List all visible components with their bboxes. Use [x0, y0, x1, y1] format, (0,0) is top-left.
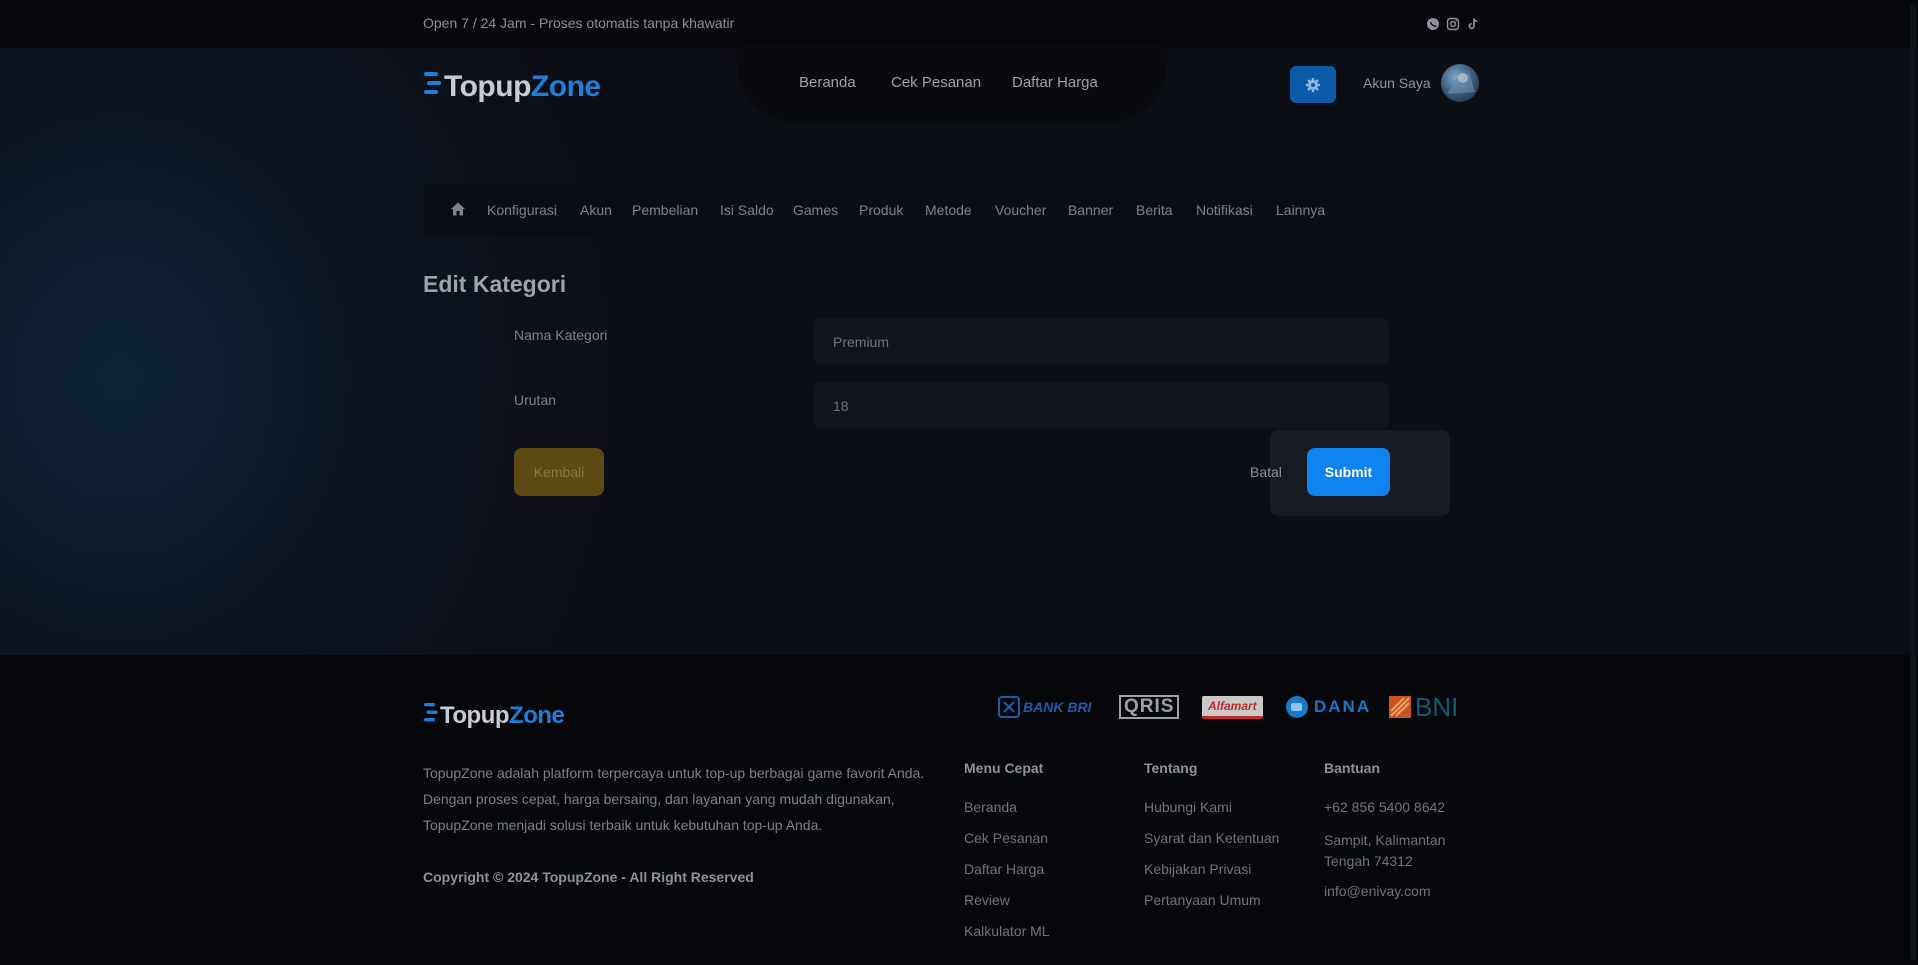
home-icon[interactable]: [449, 200, 467, 218]
gear-icon: [1306, 77, 1320, 92]
account-label[interactable]: Akun Saya: [1363, 75, 1431, 91]
footer-heading-tentang: Tentang: [1144, 760, 1198, 776]
footer: [0, 655, 1918, 965]
top-bar: [0, 0, 1918, 48]
cancel-button[interactable]: Batal: [1250, 464, 1282, 480]
admin-menu-isi-saldo[interactable]: Isi Saldo: [720, 202, 774, 218]
footer-link-cek-pesanan[interactable]: Cek Pesanan: [964, 830, 1048, 846]
footer-description: TopupZone adalah platform terpercaya unt…: [423, 765, 925, 833]
admin-menu-pembelian[interactable]: Pembelian: [632, 202, 698, 218]
admin-menu-konfigurasi[interactable]: Konfigurasi: [487, 202, 557, 218]
logo-word-z: Z: [530, 70, 549, 103]
admin-menu-metode[interactable]: Metode: [925, 202, 972, 218]
footer-email[interactable]: info@enivay.com: [1324, 883, 1431, 899]
footer-link-daftar-harga[interactable]: Daftar Harga: [964, 861, 1044, 877]
footer-link-review[interactable]: Review: [964, 892, 1010, 908]
brand-logo[interactable]: Topup Zo ne: [424, 66, 601, 108]
urutan-label: Urutan: [514, 392, 557, 408]
instagram-icon[interactable]: [1446, 17, 1460, 31]
dana-icon: [1286, 696, 1308, 718]
payment-bni-logo: BNI: [1388, 692, 1458, 722]
nav-beranda[interactable]: Beranda: [799, 74, 856, 91]
footer-heading-bantuan: Bantuan: [1324, 760, 1380, 776]
nav-daftar-harga[interactable]: Daftar Harga: [1012, 74, 1098, 91]
payment-dana-logo: DANA: [1285, 694, 1371, 720]
logo-speed-mark: [424, 698, 440, 733]
admin-menu-notifikasi[interactable]: Notifikasi: [1196, 202, 1253, 218]
social-links: [1426, 17, 1480, 31]
footer-link-beranda[interactable]: Beranda: [964, 799, 1017, 815]
logo-word-z: Z: [509, 701, 524, 729]
footer-link-pertanyaan-umum[interactable]: Pertanyaan Umum: [1144, 892, 1261, 908]
logo-word-ne: ne: [537, 701, 565, 729]
settings-button[interactable]: [1290, 66, 1336, 103]
admin-menu-banner[interactable]: Banner: [1068, 202, 1113, 218]
logo-word-topup: Topup: [440, 701, 510, 729]
admin-menu-berita[interactable]: Berita: [1136, 202, 1173, 218]
footer-link-kalkulator-ml[interactable]: Kalkulator ML: [964, 923, 1050, 939]
page-title: Edit Kategori: [423, 271, 567, 297]
whatsapp-icon[interactable]: [1426, 17, 1440, 31]
footer-heading-menu-cepat: Menu Cepat: [964, 760, 1044, 776]
admin-menu-produk[interactable]: Produk: [859, 202, 903, 218]
logo-word-ne: ne: [566, 70, 602, 103]
footer-phone[interactable]: +62 856 5400 8642: [1324, 799, 1445, 815]
topbar-tagline: Open 7 / 24 Jam - Proses otomatis tanpa …: [423, 15, 735, 31]
admin-menu-lainnya[interactable]: Lainnya: [1276, 202, 1325, 218]
admin-menu-voucher[interactable]: Voucher: [995, 202, 1046, 218]
admin-menu-akun[interactable]: Akun: [580, 202, 612, 218]
bni-icon: [1389, 696, 1411, 718]
logo-speed-mark: [424, 66, 444, 108]
avatar[interactable]: [1441, 64, 1479, 102]
admin-menu-games[interactable]: Games: [793, 202, 838, 218]
logo-word-topup: Topup: [444, 70, 531, 103]
submit-button[interactable]: Submit: [1307, 448, 1390, 496]
payment-bri-logo: BANK BRI: [998, 694, 1091, 720]
payment-qris-logo: QRIS: [1119, 694, 1180, 720]
footer-link-kebijakan-privasi[interactable]: Kebijakan Privasi: [1144, 861, 1251, 877]
nama-kategori-input[interactable]: [813, 318, 1389, 365]
footer-copyright: Copyright © 2024 TopupZone - All Right R…: [423, 869, 754, 885]
bri-icon: [998, 696, 1020, 718]
urutan-input[interactable]: [813, 382, 1389, 429]
logo-o-mark: o: [548, 70, 567, 103]
logo-o-mark: o: [523, 701, 538, 729]
nav-cek-pesanan[interactable]: Cek Pesanan: [891, 74, 981, 91]
scrollbar[interactable]: [1910, 4, 1916, 961]
footer-link-hubungi-kami[interactable]: Hubungi Kami: [1144, 799, 1232, 815]
footer-logo[interactable]: Topup Zo ne: [424, 698, 565, 733]
tiktok-icon[interactable]: [1466, 17, 1480, 31]
payment-alfamart-logo: Alfamart: [1202, 694, 1263, 720]
footer-link-syarat[interactable]: Syarat dan Ketentuan: [1144, 830, 1279, 846]
nama-kategori-label: Nama Kategori: [514, 327, 608, 343]
back-button[interactable]: Kembali: [514, 448, 604, 496]
footer-address: Sampit, Kalimantan Tengah 74312: [1324, 832, 1446, 869]
